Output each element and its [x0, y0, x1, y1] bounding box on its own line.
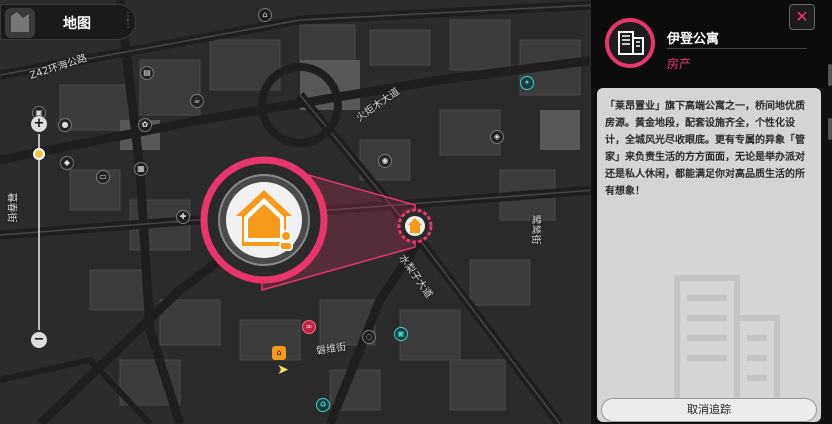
cancel-tracking-button[interactable]: 取消追踪: [601, 398, 817, 422]
building-watermark-icon: [674, 275, 780, 411]
close-button[interactable]: ✕: [789, 4, 815, 30]
mask-icon[interactable]: ∞: [302, 320, 316, 334]
zoom-control: + −: [28, 112, 50, 352]
location-description: 「莱昂置业」旗下高端公寓之一，桥间地优质房源。黄金地段，配套设施齐全，个性化设计…: [605, 101, 805, 197]
card-icon[interactable]: ▤: [140, 66, 154, 80]
location-marker[interactable]: [396, 207, 434, 245]
home-icon[interactable]: ⌂: [258, 8, 272, 22]
cafe-icon[interactable]: ☕: [190, 94, 204, 108]
trash-icon[interactable]: ♻: [316, 398, 330, 412]
shop-icon[interactable]: ▦: [134, 162, 148, 176]
location-name: 伊登公寓: [667, 32, 720, 47]
header-divider: [667, 48, 807, 49]
map-view[interactable]: Z42环海公路 火炬木大道 水梨子大道 磐维街 鹭鸶街 暮春街 ☕ ✿ ▦ ▭ …: [0, 0, 595, 424]
car-icon[interactable]: ▭: [96, 170, 110, 184]
flower-icon[interactable]: ✿: [138, 118, 152, 132]
street-label: 鹭鸶街: [529, 214, 541, 245]
small-house-icon[interactable]: ⌂: [272, 346, 286, 360]
zoom-slider-handle[interactable]: [33, 147, 45, 160]
more-icon[interactable]: ⋮ ⋮: [123, 12, 133, 30]
panel-header: 伊登公寓 房产 ✕: [591, 0, 832, 88]
zoom-out-button[interactable]: −: [31, 332, 47, 348]
app-logo-icon: [5, 8, 35, 38]
player-arrow-icon: ➤: [277, 362, 289, 378]
selected-marker-lens[interactable]: [200, 156, 328, 284]
location-info-panel: 伊登公寓 房产 ✕ 「莱昂置业」旗下高端公寓之一，桥间地优质房源。黄金地段，配套…: [590, 0, 832, 424]
gift-icon[interactable]: ✚: [176, 210, 190, 224]
map-header: 地图 ⋮ ⋮: [0, 4, 136, 40]
game-icon[interactable]: ▣: [394, 327, 408, 341]
coffee-icon[interactable]: ●: [58, 118, 72, 132]
zoom-slider-track[interactable]: [38, 134, 40, 330]
scooter-icon[interactable]: ✦: [520, 76, 534, 90]
scrollbar-thumb[interactable]: [828, 64, 832, 86]
apartment-building-icon: [605, 18, 655, 68]
scrollbar-thumb[interactable]: [828, 118, 832, 140]
street-label: 暮春街: [5, 192, 17, 223]
food-icon[interactable]: ◉: [378, 154, 392, 168]
description-card: 「莱昂置业」旗下高端公寓之一，桥间地优质房源。黄金地段，配套设施齐全，个性化设计…: [597, 88, 821, 422]
store-icon[interactable]: ◆: [60, 156, 74, 170]
page-title: 地图: [63, 16, 91, 32]
bag-icon[interactable]: ◈: [490, 130, 504, 144]
location-category: 房产: [667, 57, 692, 71]
zoom-in-button[interactable]: +: [31, 116, 47, 132]
bakery-icon[interactable]: ◌: [362, 330, 376, 344]
